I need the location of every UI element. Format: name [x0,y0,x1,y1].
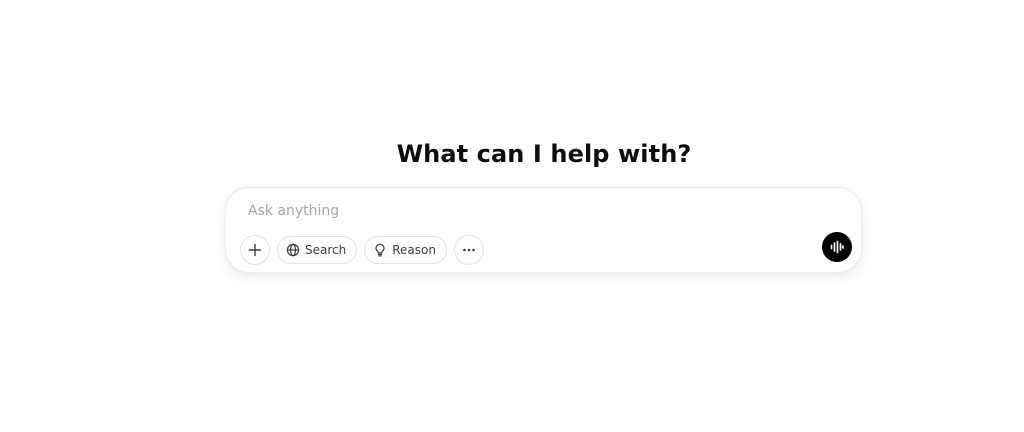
reason-button[interactable]: Reason [364,236,447,264]
voice-mode-button[interactable] [822,232,852,262]
plus-icon [248,243,262,257]
more-options-button[interactable] [453,235,484,265]
search-button-label: Search [305,243,347,257]
composer-toolbar: Search Reason [240,235,484,265]
search-button[interactable]: Search [277,236,358,264]
page-title: What can I help with? [396,140,692,168]
waveform-icon [829,239,845,255]
reason-button-label: Reason [392,243,436,257]
page: What can I help with? Ask anything Searc… [0,0,1024,432]
prompt-composer: Search Reason [225,187,862,273]
attach-button[interactable] [240,235,270,265]
prompt-input[interactable] [248,200,808,222]
globe-icon [286,243,300,257]
lightbulb-icon [373,243,387,257]
ellipsis-icon [462,243,476,257]
